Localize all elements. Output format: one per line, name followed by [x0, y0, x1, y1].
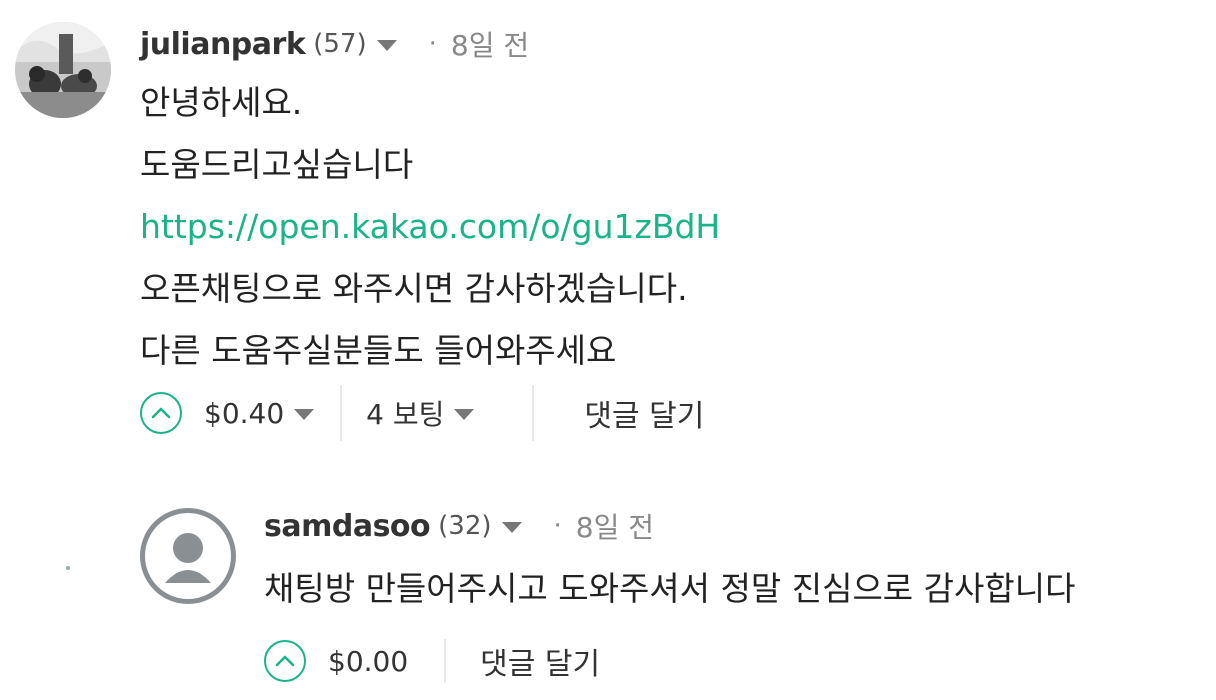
caret-down-icon[interactable]	[376, 39, 397, 51]
comment-body: 안녕하세요. 도움드리고싶습니다 https://open.kakao.com/…	[140, 72, 720, 382]
comment-line: 채팅방 만들어주시고 도와주셔서 정말 진심으로 감사합니다	[264, 569, 1076, 608]
caret-down-icon[interactable]	[501, 521, 522, 533]
divider	[340, 385, 343, 441]
avatar[interactable]	[15, 22, 111, 118]
comment-line: 오픈채팅으로 와주시면 감사하겠습니다.	[140, 269, 688, 308]
username[interactable]: julianpark	[140, 27, 306, 62]
comment-line: 안녕하세요.	[140, 83, 303, 122]
avatar-photo	[15, 22, 111, 118]
payout-value[interactable]: $0.40	[204, 397, 284, 430]
reputation: (32)	[438, 511, 492, 541]
separator-dot: ·	[553, 511, 562, 541]
comment-footer: $0.40 4 보팅 댓글 달기	[140, 382, 704, 444]
caret-down-icon[interactable]	[294, 408, 315, 420]
username[interactable]: samdasoo	[264, 509, 431, 544]
caret-down-icon[interactable]	[454, 408, 475, 420]
comment-line: 다른 도움주실분들도 들어와주세요	[140, 331, 617, 370]
comment-footer: $0.00 댓글 달기	[264, 630, 600, 692]
separator-dot: ·	[428, 29, 437, 59]
timestamp[interactable]: 8일 전	[451, 24, 529, 64]
comment-body: 채팅방 만들어주시고 도와주셔서 정말 진심으로 감사합니다	[264, 558, 1075, 620]
upvote-button[interactable]	[140, 392, 182, 434]
divider	[444, 639, 447, 683]
timestamp[interactable]: 8일 전	[576, 506, 654, 546]
upvote-button[interactable]	[264, 640, 306, 682]
divider	[532, 385, 535, 441]
comment-line: 도움드리고싶습니다	[140, 145, 414, 184]
payout-value[interactable]: $0.00	[328, 645, 408, 678]
vote-count[interactable]: 4 보팅	[366, 393, 444, 433]
comment: julianpark (57) · 8일 전 안녕하세요. 도움드리고싶습니다 …	[0, 0, 1216, 470]
comment-header: julianpark (57) · 8일 전	[140, 22, 529, 66]
chevron-up-icon	[275, 655, 295, 667]
reply-button[interactable]: 댓글 달기	[584, 391, 704, 435]
reputation: (57)	[313, 29, 367, 59]
reply-button[interactable]: 댓글 달기	[480, 639, 600, 683]
comment-header: samdasoo (32) · 8일 전	[264, 506, 654, 546]
avatar[interactable]	[140, 508, 236, 604]
chevron-up-icon	[151, 407, 171, 419]
dot-decoration	[66, 566, 70, 570]
person-silhouette-icon	[165, 533, 211, 583]
comment-link[interactable]: https://open.kakao.com/o/gu1zBdH	[140, 196, 720, 258]
